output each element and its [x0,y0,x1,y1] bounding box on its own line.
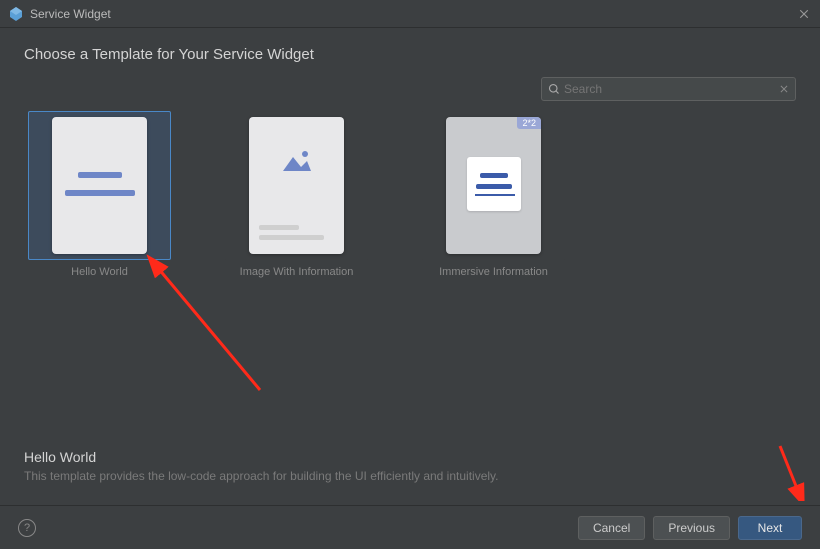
template-grid: Hello World Image With Information 2*2 [24,111,796,278]
window-title: Service Widget [30,7,111,21]
size-badge: 2*2 [517,117,541,129]
template-image-with-information[interactable]: Image With Information [225,111,368,278]
next-button[interactable]: Next [738,516,802,540]
description-text: This template provides the low-code appr… [24,469,796,483]
app-icon [8,6,24,22]
search-icon [548,83,560,95]
cancel-button[interactable]: Cancel [578,516,645,540]
template-immersive-information[interactable]: 2*2 Immersive Information [422,111,565,278]
image-placeholder-icon [281,149,313,173]
footer: ? Cancel Previous Next [0,505,820,549]
close-icon[interactable] [796,6,812,22]
description-title: Hello World [24,449,796,465]
template-thumbnail [28,111,171,260]
help-icon[interactable]: ? [18,519,36,537]
template-label: Immersive Information [439,266,548,278]
template-description: Hello World This template provides the l… [24,449,796,483]
page-title: Choose a Template for Your Service Widge… [24,46,796,63]
titlebar: Service Widget [0,0,820,28]
search-field[interactable] [564,82,779,96]
previous-button[interactable]: Previous [653,516,730,540]
template-thumbnail: 2*2 [422,111,565,260]
template-thumbnail [225,111,368,260]
clear-search-icon[interactable] [779,84,789,94]
template-hello-world[interactable]: Hello World [28,111,171,278]
template-label: Image With Information [240,266,354,278]
search-input[interactable] [541,77,796,101]
template-label: Hello World [71,266,128,278]
